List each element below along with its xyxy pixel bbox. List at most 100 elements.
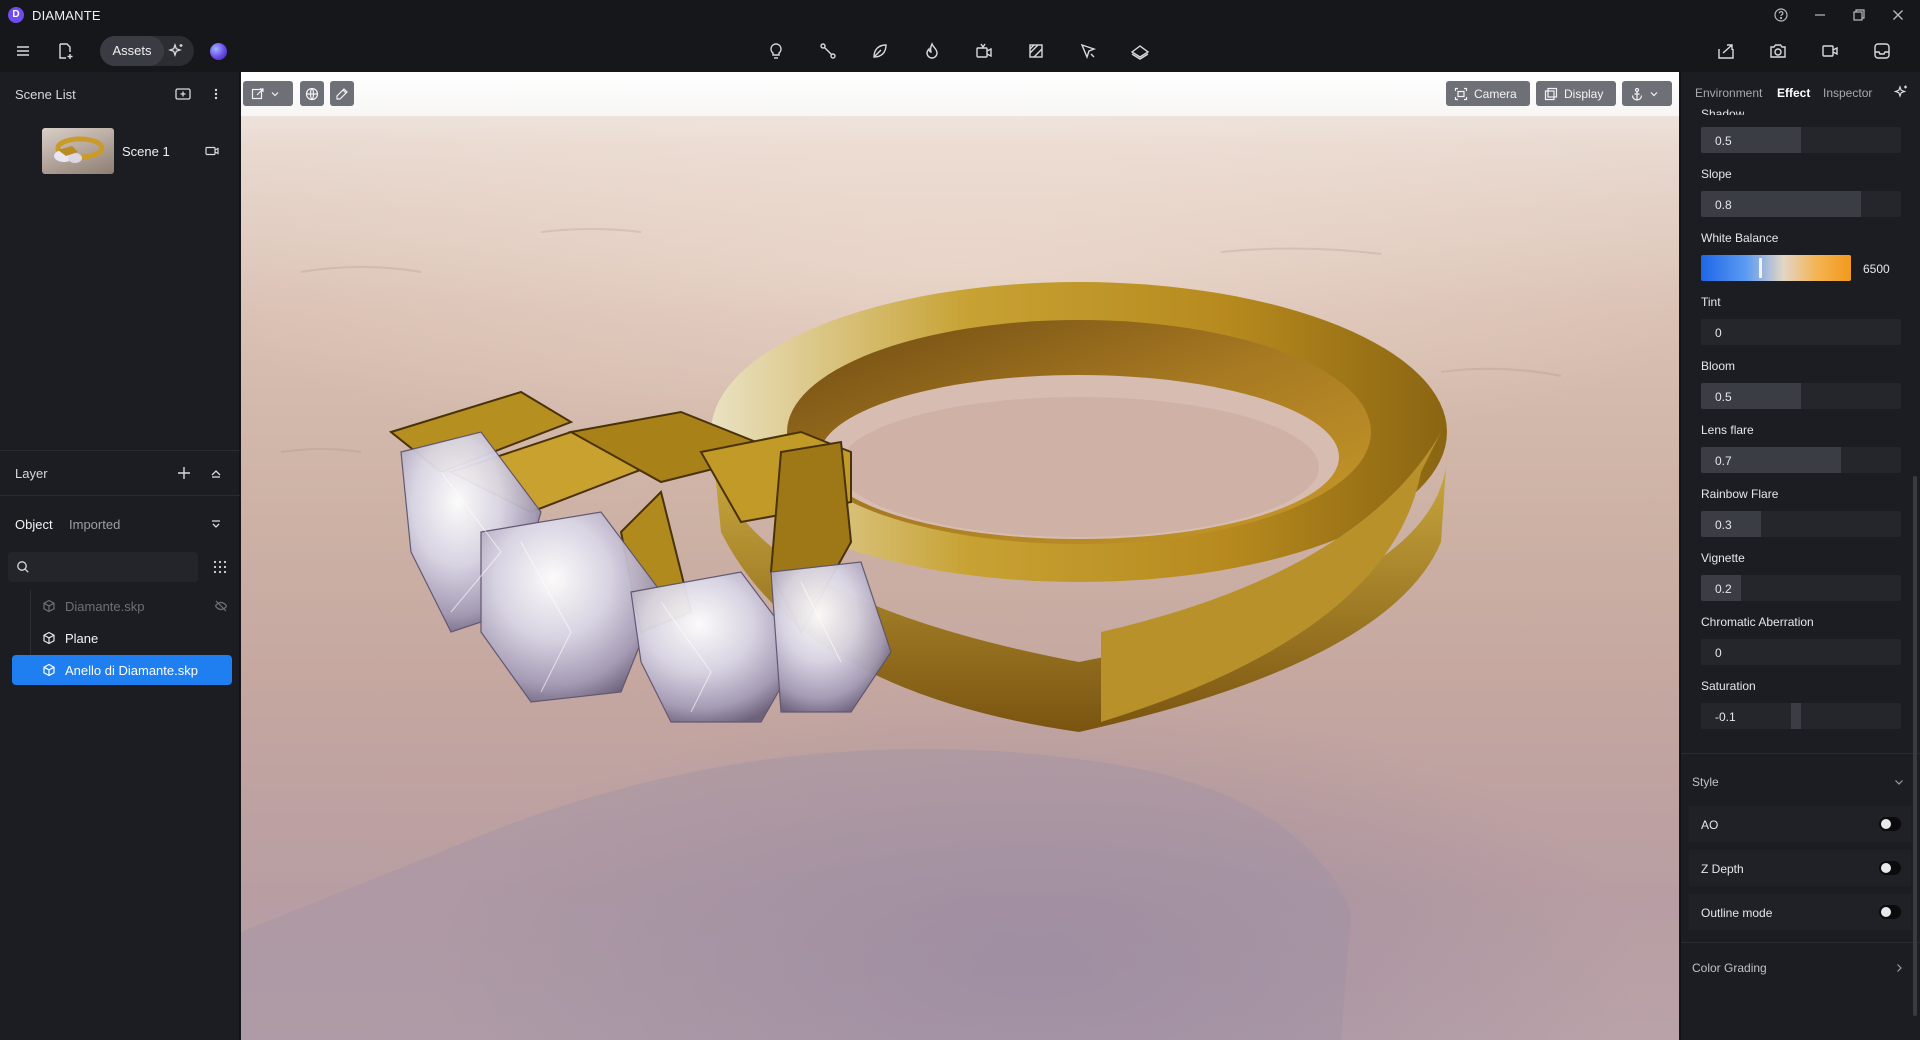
terrain-plane-icon[interactable] [1126, 37, 1154, 65]
style-section-title: Style [1692, 775, 1719, 789]
light-bulb-icon[interactable] [762, 37, 790, 65]
export-icon[interactable] [1712, 37, 1740, 65]
eye-hidden-icon[interactable] [214, 599, 228, 613]
z-depth-toggle[interactable] [1879, 861, 1901, 875]
layer-item-anello-selected[interactable]: Anello di Diamante.skp [12, 655, 232, 685]
scene-list-item[interactable]: Scene 1 [42, 128, 232, 176]
bloom-slider[interactable]: 0.5 [1701, 383, 1901, 409]
slope-label: Slope [1701, 167, 1732, 181]
eyedropper-button[interactable] [330, 81, 354, 106]
edit-transform-icon [251, 87, 264, 99]
anchor-dropdown-button[interactable] [1622, 81, 1672, 106]
minimize-icon[interactable] [1811, 6, 1829, 24]
tint-slider[interactable]: 0 [1701, 319, 1901, 345]
chromatic-aberration-slider[interactable]: 0 [1701, 639, 1901, 665]
camera-render-icon[interactable] [1764, 37, 1792, 65]
animation-camera-icon[interactable] [970, 37, 998, 65]
color-grading-section-header[interactable]: Color Grading [1681, 948, 1920, 988]
camera-button[interactable]: Camera [1446, 81, 1530, 106]
shadow-slider[interactable]: 0.5 [1701, 127, 1901, 153]
ai-sparkle-icon[interactable] [1892, 83, 1910, 101]
scene-list-header: Scene List [0, 72, 240, 116]
path-walk-icon[interactable] [1074, 37, 1102, 65]
scene-name: Scene 1 [122, 144, 170, 159]
lens-flare-slider[interactable]: 0.7 [1701, 447, 1901, 473]
ao-toggle[interactable] [1879, 817, 1901, 831]
layer-item-label: Anello di Diamante.skp [65, 663, 198, 678]
render-queue-icon[interactable] [1868, 37, 1896, 65]
scene-thumbnail [42, 128, 114, 174]
ai-sparkle-icon[interactable] [166, 41, 188, 61]
display-button[interactable]: Display [1536, 81, 1616, 106]
filter-dropdown-icon[interactable] [210, 518, 222, 530]
collapse-icon[interactable] [210, 466, 222, 480]
new-file-icon[interactable] [51, 37, 79, 65]
title-bar: D DIAMANTE [0, 0, 1920, 30]
right-panel: Environment Effect Inspector Shadow 0.5 … [1680, 72, 1920, 1040]
scene-camera-icon[interactable] [204, 144, 220, 158]
globe-icon [305, 87, 319, 100]
search-icon [16, 560, 30, 574]
tab-imported[interactable]: Imported [69, 517, 120, 532]
help-icon[interactable] [1772, 6, 1790, 24]
tab-inspector[interactable]: Inspector [1823, 86, 1872, 100]
more-options-icon[interactable] [210, 86, 222, 102]
rainbow-flare-label: Rainbow Flare [1701, 487, 1779, 501]
grid-view-icon[interactable] [212, 559, 228, 575]
vignette-value: 0.2 [1715, 582, 1732, 596]
white-balance-slider[interactable] [1701, 255, 1851, 281]
layer-item-plane[interactable]: Plane [12, 623, 232, 653]
camera-button-label: Camera [1474, 86, 1517, 101]
video-render-icon[interactable] [1816, 37, 1844, 65]
camera-frame-icon [1454, 87, 1468, 100]
shadow-label-partial: Shadow [1701, 107, 1745, 115]
rendered-ring-scene [241, 228, 1562, 1040]
add-scene-icon[interactable] [174, 86, 192, 102]
panel-divider [0, 495, 240, 496]
cube-icon [42, 599, 56, 613]
transform-dropdown-button[interactable] [243, 81, 293, 106]
tint-label: Tint [1701, 295, 1721, 309]
chromatic-aberration-value: 0 [1715, 646, 1722, 660]
shadow-value: 0.5 [1715, 134, 1732, 148]
main-toolbar: Assets [0, 30, 1920, 72]
rainbow-flare-value: 0.3 [1715, 518, 1732, 532]
right-panel-scrollbar[interactable] [1913, 476, 1917, 1016]
app-logo: D [8, 7, 24, 23]
saturation-slider[interactable]: -0.1 [1701, 703, 1901, 729]
chromatic-aberration-label: Chromatic Aberration [1701, 615, 1814, 629]
cube-icon [42, 631, 56, 645]
rainbow-flare-slider[interactable]: 0.3 [1701, 511, 1901, 537]
tab-object[interactable]: Object [15, 517, 53, 532]
vignette-label: Vignette [1701, 551, 1745, 565]
menu-icon[interactable] [9, 37, 37, 65]
display-layers-icon [1544, 87, 1558, 100]
lens-flare-value: 0.7 [1715, 454, 1732, 468]
section-plane-icon[interactable] [1022, 37, 1050, 65]
tab-effect[interactable]: Effect [1777, 86, 1810, 100]
outline-mode-toggle[interactable] [1879, 905, 1901, 919]
section-divider [1681, 753, 1920, 754]
layer-header: Layer [0, 451, 240, 495]
slope-slider[interactable]: 0.8 [1701, 191, 1901, 217]
white-balance-thumb[interactable] [1759, 258, 1762, 278]
z-depth-toggle-row: Z Depth [1689, 850, 1911, 886]
add-layer-icon[interactable] [176, 465, 192, 481]
white-balance-value[interactable]: 6500 [1863, 262, 1890, 276]
style-section-header[interactable]: Style [1681, 762, 1920, 802]
restore-icon[interactable] [1850, 6, 1868, 24]
close-icon[interactable] [1889, 6, 1907, 24]
leaf-vegetation-icon[interactable] [866, 37, 894, 65]
chevron-right-icon [1893, 962, 1905, 974]
fire-effect-icon[interactable] [918, 37, 946, 65]
vignette-slider[interactable]: 0.2 [1701, 575, 1901, 601]
material-orb-icon[interactable] [210, 43, 227, 60]
layer-search-input[interactable] [8, 552, 198, 582]
spline-tool-icon[interactable] [814, 37, 842, 65]
3d-viewport[interactable]: Camera Display [241, 72, 1679, 1040]
globe-button[interactable] [300, 81, 324, 106]
white-balance-label: White Balance [1701, 231, 1779, 245]
assets-button[interactable]: Assets [100, 36, 164, 66]
layer-item-diamante[interactable]: Diamante.skp [12, 591, 232, 621]
tab-environment[interactable]: Environment [1695, 86, 1762, 100]
